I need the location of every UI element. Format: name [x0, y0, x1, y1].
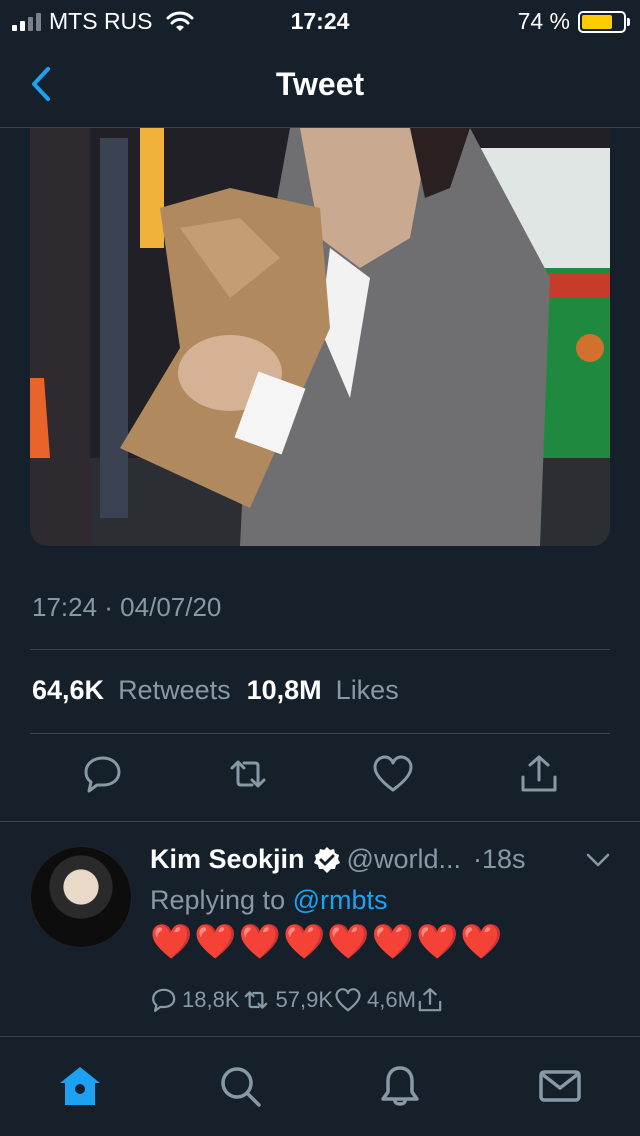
- replying-to-link[interactable]: @rmbts: [293, 885, 388, 915]
- bell-icon: [381, 1066, 419, 1106]
- tab-search[interactable]: [217, 1063, 263, 1109]
- tweet-actions: [0, 752, 640, 802]
- reply-header: Kim Seokjin @world... ·18s: [150, 844, 526, 875]
- reply-retweet-button[interactable]: 57,9K: [240, 986, 334, 1014]
- reply-text: ❤️❤️❤️❤️❤️❤️❤️❤️: [150, 923, 505, 961]
- share-button[interactable]: [517, 752, 561, 796]
- reply-author-name[interactable]: Kim Seokjin: [150, 844, 305, 875]
- retweets-label[interactable]: Retweets: [118, 675, 231, 706]
- tweet-stats: 64,6K Retweets 10,8M Likes: [32, 675, 401, 706]
- tab-notifications[interactable]: [377, 1063, 423, 1109]
- likes-label[interactable]: Likes: [336, 675, 399, 706]
- reply-like-button[interactable]: 4,6M: [333, 986, 416, 1014]
- speech-bubble-icon: [152, 988, 176, 1012]
- tweet-timestamp: 17:24 · 04/07/20: [32, 592, 222, 622]
- mail-icon: [539, 1070, 581, 1102]
- share-icon: [418, 988, 442, 1012]
- tab-bar: [0, 1036, 640, 1136]
- reply-share-button[interactable]: [416, 986, 448, 1014]
- battery-icon: [578, 10, 630, 33]
- reply-actions: 18,8K 57,9K 4,6M: [150, 986, 448, 1014]
- replying-to: Replying to @rmbts: [150, 885, 388, 916]
- reply-time: ·18s: [472, 844, 526, 874]
- retweet-icon: [230, 760, 266, 788]
- battery-percent: 74 %: [517, 8, 570, 34]
- nav-bar: Tweet: [0, 42, 640, 128]
- avatar[interactable]: [30, 846, 132, 948]
- speech-bubble-icon: [84, 756, 121, 793]
- chevron-down-icon[interactable]: [586, 850, 610, 870]
- home-icon: [60, 1067, 100, 1105]
- battery-fill: [582, 14, 612, 29]
- status-right: 74 %: [517, 8, 630, 35]
- heart-icon: [373, 755, 413, 792]
- retweet-count: 57,9K: [275, 987, 334, 1012]
- reply-author-handle[interactable]: @world...: [347, 844, 461, 875]
- photo-illustration: [30, 128, 610, 546]
- reply-count: 18,8K: [182, 987, 240, 1012]
- search-icon: [221, 1067, 261, 1107]
- like-button[interactable]: [371, 752, 415, 796]
- retweets-count[interactable]: 64,6K: [32, 675, 104, 706]
- divider: [30, 649, 610, 650]
- retweet-button[interactable]: [226, 752, 270, 796]
- page-title: Tweet: [275, 66, 365, 102]
- status-bar: MTS RUS 17:24 74 %: [0, 0, 640, 42]
- likes-count[interactable]: 10,8M: [247, 675, 322, 706]
- retweet-icon: [244, 991, 267, 1009]
- tweet-media-image[interactable]: [30, 128, 610, 546]
- verified-badge-icon: [313, 846, 340, 873]
- reply-reply-button[interactable]: 18,8K: [150, 986, 240, 1014]
- tab-home[interactable]: [57, 1063, 103, 1109]
- tab-messages[interactable]: [537, 1063, 583, 1109]
- like-count: 4,6M: [367, 987, 416, 1012]
- reply-tweet[interactable]: Kim Seokjin @world... ·18s Replying to @…: [0, 822, 640, 1036]
- replying-prefix: Replying to: [150, 885, 286, 915]
- divider: [30, 733, 610, 734]
- reply-button[interactable]: [81, 752, 125, 796]
- share-icon: [521, 755, 557, 792]
- heart-icon: [335, 988, 361, 1012]
